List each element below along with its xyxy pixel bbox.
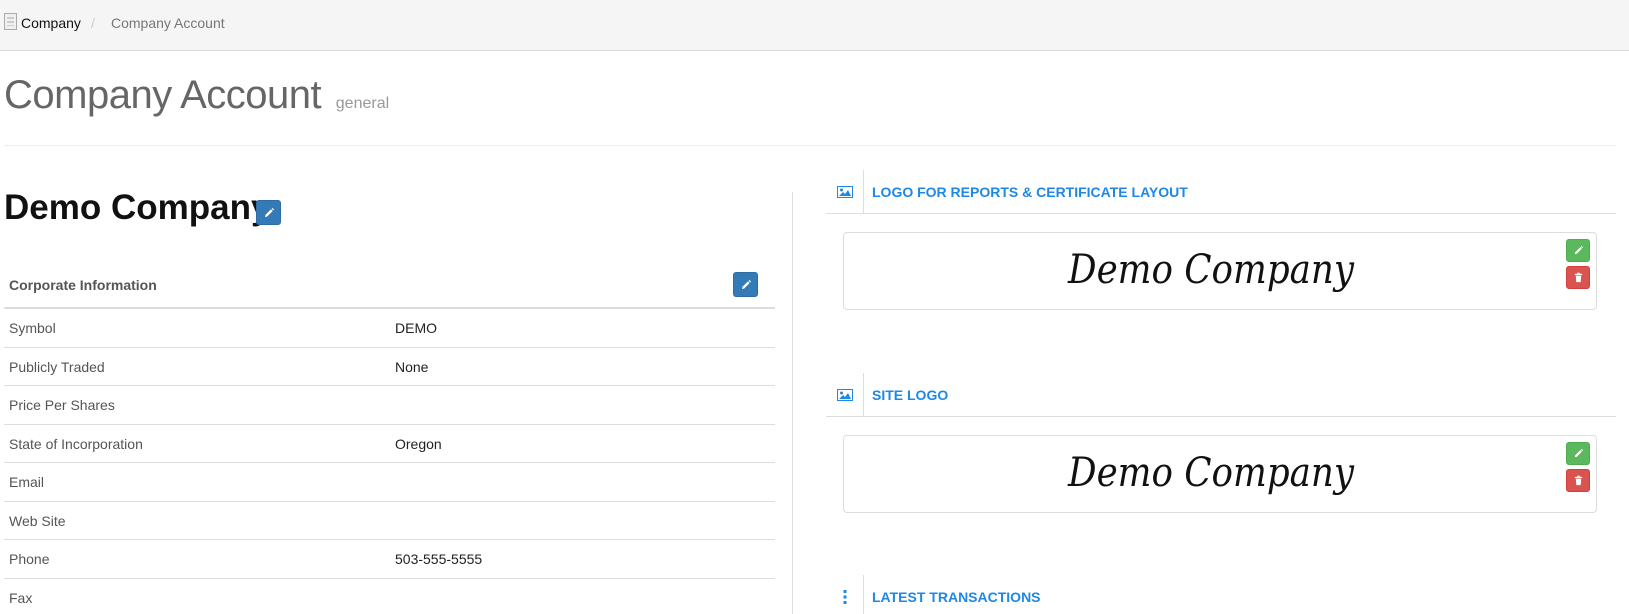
table-row: Price Per Shares (4, 386, 775, 425)
svg-text:Demo Company: Demo Company (1067, 450, 1355, 496)
breadcrumb: Company / Company Account (0, 0, 1629, 51)
page-title-text: Company Account (4, 73, 322, 117)
row-value: 503-555-5555 (395, 551, 483, 567)
row-label: Publicly Traded (9, 358, 105, 375)
row-value: Oregon (395, 435, 442, 452)
corporate-info-heading: Corporate Information (4, 262, 775, 309)
trash-icon (1574, 475, 1582, 486)
image-icon (826, 373, 864, 416)
row-label: Price Per Shares (9, 397, 115, 413)
latest-transactions-panel-header: LATEST TRANSACTIONS (826, 575, 1616, 614)
breadcrumb-company-link[interactable]: Company (21, 15, 81, 31)
edit-site-logo-button[interactable] (1566, 442, 1590, 465)
row-label: State of Incorporation (9, 435, 143, 452)
pencil-icon (741, 279, 751, 289)
delete-site-logo-button[interactable] (1566, 469, 1590, 492)
trash-icon (1574, 272, 1582, 283)
table-row: Phone 503-555-5555 (4, 540, 775, 579)
latest-transactions-panel-title: LATEST TRANSACTIONS (872, 589, 1041, 605)
breadcrumb-current: Company Account (111, 15, 225, 31)
page-subtitle: general (335, 95, 390, 112)
page-title: Company Account general (4, 72, 389, 127)
table-row: State of Incorporation Oregon (4, 425, 775, 463)
company-name: Demo Company (4, 188, 271, 227)
company-logo-image: Demo Company (1067, 450, 1355, 496)
edit-corporate-info-button[interactable] (733, 272, 758, 297)
corporate-info-table: Corporate Information Symbol DEMO Public… (4, 262, 775, 614)
row-value: None (395, 358, 429, 375)
image-icon (826, 170, 864, 213)
row-label: Phone (9, 551, 50, 567)
company-logo-image: Demo Company (1067, 247, 1355, 293)
table-row: Email (4, 463, 775, 502)
building-icon (4, 13, 17, 30)
edit-company-name-button[interactable] (256, 200, 281, 225)
column-divider (792, 192, 793, 614)
vertical-ellipsis-icon (826, 575, 864, 614)
row-label: Symbol (9, 320, 56, 336)
breadcrumb-separator: / (91, 15, 95, 31)
svg-text:Demo Company: Demo Company (1067, 247, 1355, 293)
edit-report-logo-button[interactable] (1566, 239, 1590, 262)
report-logo-panel-title: LOGO FOR REPORTS & CERTIFICATE LAYOUT (872, 184, 1188, 200)
site-logo-box: Demo Company (843, 435, 1597, 513)
table-row: Publicly Traded None (4, 348, 775, 386)
row-value: DEMO (395, 320, 437, 336)
site-logo-panel-title: SITE LOGO (872, 387, 949, 403)
report-logo-panel-header: LOGO FOR REPORTS & CERTIFICATE LAYOUT (826, 170, 1616, 214)
row-label: Email (9, 474, 45, 490)
delete-report-logo-button[interactable] (1566, 266, 1590, 289)
pencil-icon (1574, 448, 1583, 458)
title-divider (4, 145, 1616, 146)
pencil-icon (264, 207, 274, 217)
table-row: Fax (4, 579, 775, 614)
table-row: Symbol DEMO (4, 309, 775, 348)
row-label: Web Site (9, 512, 66, 529)
row-label: Fax (9, 589, 33, 606)
report-logo-box: Demo Company (843, 232, 1597, 310)
table-row: Web Site (4, 502, 775, 540)
pencil-icon (1574, 245, 1583, 255)
site-logo-panel-header: SITE LOGO (826, 373, 1616, 417)
